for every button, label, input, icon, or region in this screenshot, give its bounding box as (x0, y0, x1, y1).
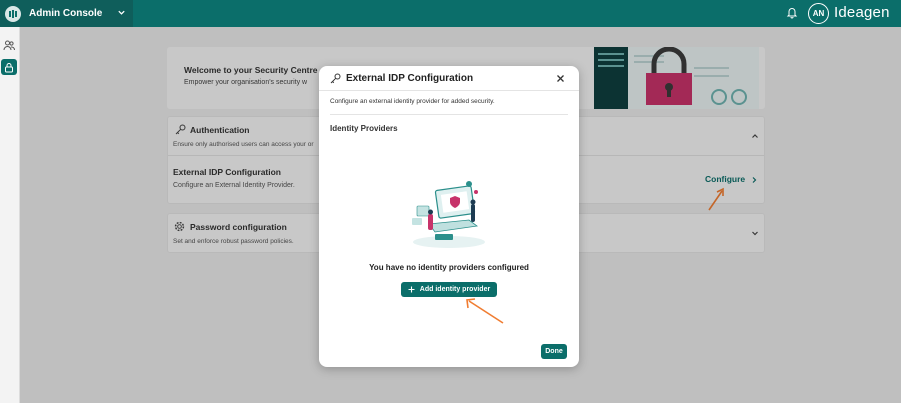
app-title: Admin Console (29, 8, 103, 19)
bell-icon[interactable] (786, 6, 798, 19)
identity-providers-heading: Identity Providers (330, 124, 398, 133)
modal-title: External IDP Configuration (346, 73, 474, 84)
chevron-down-icon[interactable] (117, 8, 126, 17)
plus-icon (408, 286, 415, 293)
user-avatar[interactable]: AN (808, 3, 829, 24)
add-identity-provider-label: Add identity provider (419, 286, 491, 293)
empty-state-text: You have no identity providers configure… (369, 263, 529, 272)
users-icon (3, 40, 15, 50)
sidebar (0, 27, 20, 403)
done-button[interactable]: Done (541, 344, 567, 359)
empty-state-illustration (412, 181, 485, 248)
modal-description: Configure an external identity provider … (330, 98, 495, 105)
modal-header: External IDP Configuration (319, 66, 579, 91)
app-switcher[interactable]: Admin Console (0, 0, 133, 27)
sidebar-item-users[interactable] (1, 37, 17, 53)
app-logo-icon (5, 5, 21, 22)
lock-icon (5, 62, 13, 72)
sidebar-item-security[interactable] (1, 59, 17, 75)
key-icon (330, 73, 341, 84)
close-icon[interactable] (556, 74, 565, 83)
add-identity-provider-button[interactable]: Add identity provider (401, 282, 497, 297)
external-idp-modal: External IDP Configuration Configure an … (319, 66, 579, 367)
modal-divider (330, 114, 568, 115)
annotation-arrow (466, 298, 504, 324)
brand-logo: Ideagen (834, 4, 890, 21)
top-bar: Admin Console AN Ideagen (0, 0, 901, 27)
